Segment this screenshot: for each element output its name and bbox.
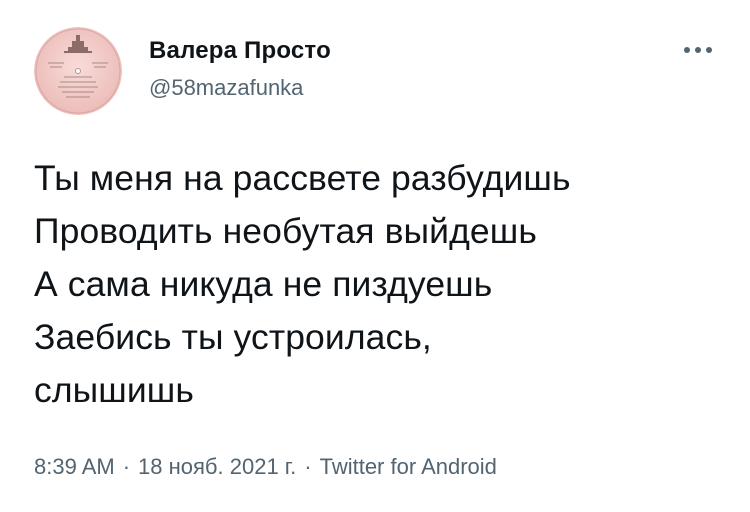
- tweet-source[interactable]: Twitter for Android: [320, 454, 497, 479]
- tweet-time[interactable]: 8:39 AM: [34, 454, 115, 479]
- more-horizontal-icon: [684, 47, 712, 53]
- author-info: Валера Просто @58mazafunka: [149, 36, 331, 102]
- separator: ·: [122, 454, 131, 479]
- author-handle[interactable]: @58mazafunka: [149, 74, 331, 102]
- avatar[interactable]: [34, 27, 122, 115]
- more-options-button[interactable]: [680, 38, 716, 62]
- tweet-text-line: А сама никуда не пиздуешь: [34, 264, 493, 304]
- tweet-text: Ты меня на рассвете разбудишь Проводить …: [34, 152, 734, 417]
- tweet-card: Валера Просто @58mazafunka Ты меня на ра…: [0, 0, 750, 512]
- tweet-metadata: 8:39 AM · 18 нояб. 2021 г. · Twitter for And…: [34, 452, 497, 482]
- tweet-text-line: Проводить необутая выйдешь: [34, 211, 537, 251]
- tweet-date[interactable]: 18 нояб. 2021 г.: [138, 454, 296, 479]
- tweet-text-line: Заебись ты устроилась,: [34, 317, 432, 357]
- tweet-text-line: слышишь: [34, 370, 194, 410]
- separator: ·: [304, 454, 312, 479]
- vinyl-record-label-icon: [34, 27, 122, 115]
- author-display-name[interactable]: Валера Просто: [149, 36, 331, 66]
- tweet-text-line: Ты меня на рассвете разбудишь: [34, 158, 571, 198]
